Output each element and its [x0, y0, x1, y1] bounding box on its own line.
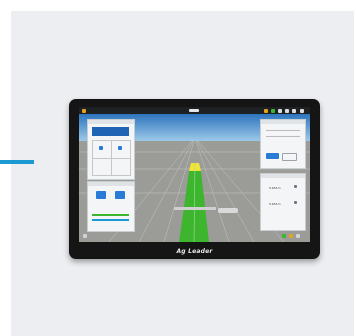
display-screen: 5,651m 5,651m — [79, 107, 310, 242]
left-panel-top — [87, 119, 135, 180]
right-panel-bottom-header — [261, 174, 305, 178]
left-progress-bar-2 — [92, 219, 129, 221]
right-panel-top-header — [261, 120, 305, 124]
left-panel-grid — [92, 140, 131, 176]
bottom-status-icon-2[interactable] — [289, 234, 293, 238]
right-toggle-button-active[interactable] — [266, 153, 279, 159]
left-panel-blue-header — [92, 127, 129, 136]
right-toggle-button[interactable] — [282, 153, 297, 161]
right-value-2: 5,651m — [269, 202, 281, 206]
implement-bar — [174, 207, 216, 210]
brand-logo: Ag Leader — [176, 248, 213, 255]
left-progress-bar — [92, 214, 129, 216]
bottom-status-icon-1[interactable] — [282, 234, 286, 238]
left-control-button-2[interactable] — [115, 191, 125, 199]
right-divider-1 — [266, 130, 300, 131]
display-device: 5,651m 5,651m Ag Leader — [69, 99, 320, 259]
accent-line — [0, 160, 34, 164]
tractor-marker — [218, 208, 238, 213]
right-panel-bottom: 5,651m 5,651m — [260, 173, 306, 231]
edit-icon-2[interactable] — [294, 201, 297, 204]
right-value-1: 5,651m — [269, 186, 281, 190]
left-control-button-1[interactable] — [96, 191, 106, 199]
right-panel-top — [260, 119, 306, 169]
left-panel-top-header — [88, 120, 134, 124]
grid-cell-icon-2[interactable] — [118, 146, 122, 150]
left-panel-bottom-header — [88, 182, 134, 186]
left-panel-bottom — [87, 181, 135, 232]
right-divider-2 — [266, 136, 300, 137]
grid-cell-icon-1[interactable] — [99, 146, 103, 150]
home-icon[interactable] — [83, 234, 87, 238]
edit-icon-1[interactable] — [294, 185, 297, 188]
bottom-status-icon-3[interactable] — [296, 234, 300, 238]
